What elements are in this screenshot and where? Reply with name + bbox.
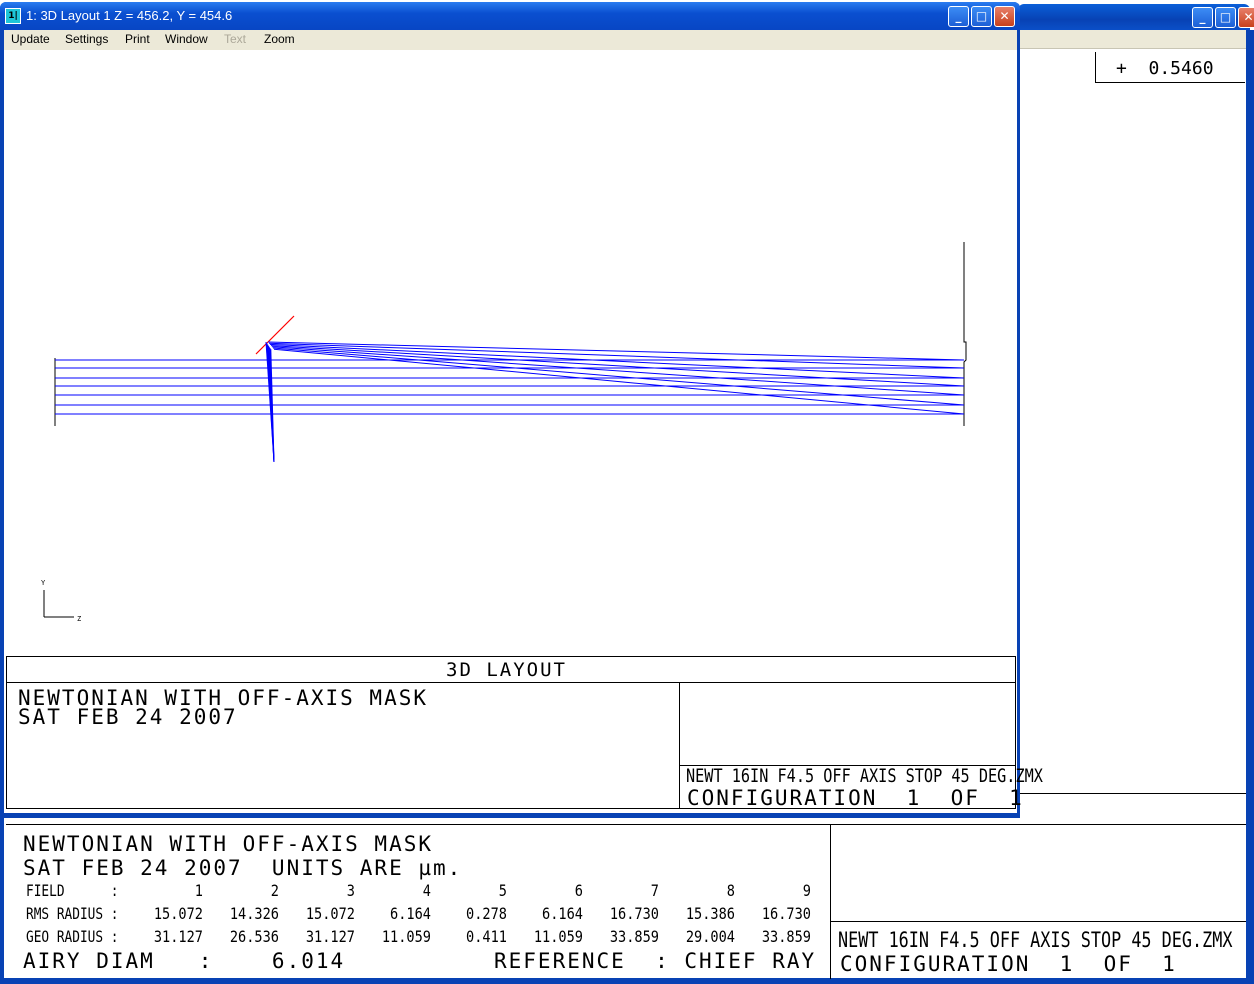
background-window-titlebar[interactable]: _ □ ✕ [1018,4,1254,30]
geo-radius-value: 33.859 [609,927,659,946]
menu-window[interactable]: Window [165,32,208,46]
divider [6,656,1015,657]
maximize-button[interactable]: □ [1215,7,1236,28]
menu-text: Text [224,32,247,46]
plot-configuration: CONFIGURATION 1 OF 1 [687,786,1024,810]
axis-z-label: Z [77,615,81,623]
field-number: 6 [574,881,583,900]
app-icon[interactable]: 1| [5,8,21,24]
menu-update[interactable]: Update [11,32,50,46]
axis-y-label: Y [41,579,46,587]
rms-radius-value: 16.730 [609,904,659,923]
field-number: 2 [270,881,279,900]
window-border [0,816,4,984]
ray [267,341,965,361]
airy-diameter: AIRY DIAM : 6.014 [23,949,346,973]
field-number: 7 [650,881,659,900]
rms-radius-value: 15.386 [685,904,735,923]
geo-radius-value: 0.411 [466,927,507,946]
plot-filename: NEWT 16IN F4.5 OFF AXIS STOP 45 DEG.ZMX [686,765,1043,787]
layout-window: 1| 1: 3D Layout 1 Z = 456.2, Y = 454.6 _… [0,2,1043,818]
geo-radius-value: 33.859 [761,927,811,946]
ray [272,347,965,406]
primary-mirror [963,242,967,426]
rms-radius-value: 15.072 [305,904,355,923]
field-number: 9 [802,881,811,900]
rms-radius-label: RMS RADIUS : [26,904,119,923]
divider [830,921,1246,922]
rms-radius-value: 6.164 [542,904,583,923]
field-number: 3 [346,881,355,900]
background-menubar [1018,30,1250,49]
window-border [0,978,1254,984]
window-titlebar[interactable]: 1| 1: 3D Layout 1 Z = 456.2, Y = 454.6 _… [0,2,1020,30]
menubar: Update Settings Print Window Text Zoom [4,30,1017,50]
menu-settings[interactable]: Settings [65,32,108,46]
window-title: 1: 3D Layout 1 Z = 456.2, Y = 454.6 [26,8,233,23]
divider [6,682,1015,683]
menu-print[interactable]: Print [125,32,150,46]
field-number: 5 [498,881,507,900]
ray [273,348,965,415]
plot-date: SAT FEB 24 2007 [18,705,238,729]
field-label: FIELD : [26,881,119,900]
geo-radius-value: 31.127 [153,927,203,946]
plot-type-label: 3D LAYOUT [446,659,567,681]
cursor-readout: + 0.5460 [1095,52,1245,83]
minimize-button[interactable]: _ [948,6,969,27]
close-button[interactable]: ✕ [994,6,1015,27]
ray [271,346,965,396]
divider [6,656,7,809]
spot-configuration: CONFIGURATION 1 OF 1 [840,952,1177,976]
divider [679,682,680,808]
rms-radius-value: 14.326 [229,904,279,923]
geo-radius-value: 11.059 [381,927,431,946]
spot-diagram-footer: NEWTONIAN WITH OFF-AXIS MASK SAT FEB 24 … [6,824,1246,979]
rms-radius-value: 15.072 [153,904,203,923]
geo-radius-value: 31.127 [305,927,355,946]
spot-title: NEWTONIAN WITH OFF-AXIS MASK [23,832,434,856]
rms-radius-value: 6.164 [390,904,431,923]
maximize-button[interactable]: □ [971,6,992,27]
ray [268,342,965,369]
plot-area[interactable]: Y Z 3D LAYOUT NEWTONIAN WITH OFF-AXIS MA… [4,50,1043,813]
field-number: 8 [726,881,735,900]
divider [1020,793,1246,794]
incoming-rays [55,359,964,415]
field-number: 4 [422,881,431,900]
geo-radius-value: 29.004 [685,927,735,946]
spot-date-units: SAT FEB 24 2007 UNITS ARE µm. [23,856,463,880]
rms-radius-value: 0.278 [466,904,507,923]
rms-radius-value: 16.730 [761,904,811,923]
reference: REFERENCE : CHIEF RAY [494,949,817,973]
close-button[interactable]: ✕ [1238,7,1254,28]
geo-radius-value: 26.536 [229,927,279,946]
field-number: 1 [194,881,203,900]
geo-radius-value: 11.059 [533,927,583,946]
spot-filename: NEWT 16IN F4.5 OFF AXIS STOP 45 DEG.ZMX [838,928,1233,952]
ray [269,343,965,379]
menu-zoom[interactable]: Zoom [264,32,295,46]
minimize-button[interactable]: _ [1192,7,1213,28]
window-border [1246,30,1254,984]
geo-radius-label: GEO RADIUS : [26,927,119,946]
ray [270,345,965,387]
divider [830,825,831,979]
